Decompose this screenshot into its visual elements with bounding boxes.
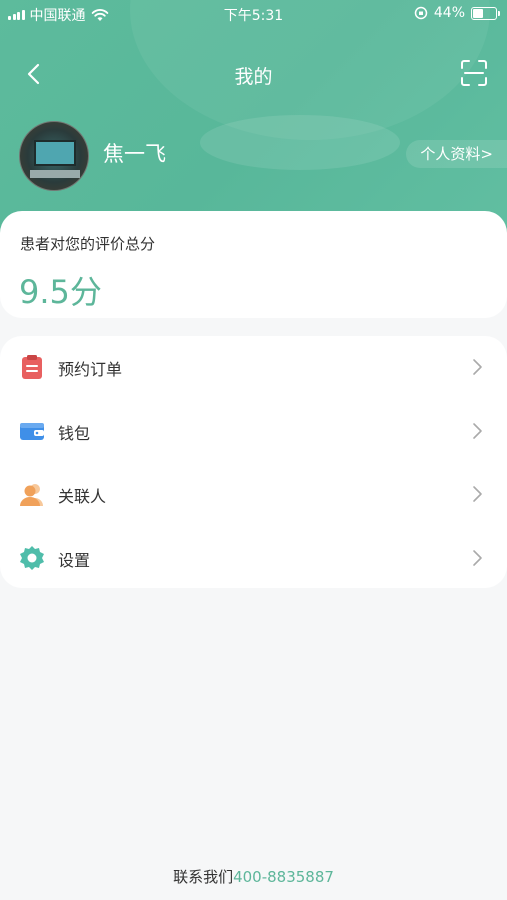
- rotation-lock-icon: [414, 6, 428, 20]
- score-card: 患者对您的评价总分 9.5分: [0, 211, 507, 318]
- menu-item-label: 预约订单: [58, 360, 123, 379]
- avatar[interactable]: [19, 121, 89, 191]
- battery-icon: [471, 6, 500, 20]
- menu-item-settings[interactable]: 设置: [0, 527, 507, 589]
- clipboard-icon: [22, 355, 42, 379]
- nav-bar: 我的: [0, 52, 507, 96]
- menu-item-label: 关联人: [58, 487, 107, 506]
- menu-item-wallet[interactable]: 钱包: [0, 400, 507, 462]
- contact-phone[interactable]: 400-8835887: [233, 868, 334, 886]
- battery-percent: 44%: [433, 5, 465, 21]
- profile-link[interactable]: 个人资料>: [406, 140, 507, 168]
- chevron-right-icon: [473, 359, 482, 375]
- page-title: 我的: [234, 66, 273, 88]
- menu-item-label: 设置: [58, 551, 91, 570]
- user-icon: [20, 484, 43, 506]
- gear-icon: [20, 546, 44, 570]
- contact-label: 联系我们: [173, 868, 234, 886]
- score-label: 患者对您的评价总分: [20, 235, 156, 253]
- menu-card: 预约订单 钱包 关联人 设置: [0, 336, 507, 588]
- menu-item-orders[interactable]: 预约订单: [0, 336, 507, 398]
- score-value: 9.5分: [19, 273, 102, 311]
- contact-footer: 联系我们400-8835887: [0, 866, 507, 887]
- chevron-right-icon: [473, 486, 482, 502]
- chevron-right-icon: [473, 550, 482, 566]
- status-bar: 中国联通 下午5:31 44%: [0, 0, 507, 28]
- menu-item-label: 钱包: [58, 424, 91, 443]
- scan-icon[interactable]: [459, 58, 489, 88]
- user-name: 焦一飞: [103, 142, 166, 166]
- chevron-right-icon: [473, 423, 482, 439]
- menu-item-related-person[interactable]: 关联人: [0, 463, 507, 525]
- wallet-icon: [20, 423, 44, 440]
